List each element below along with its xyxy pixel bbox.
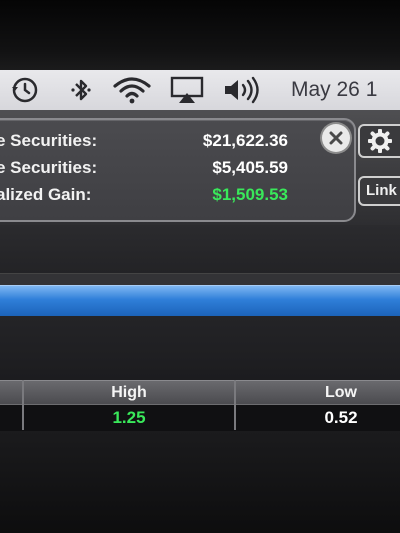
gain-value: $1,509.53 [212, 185, 288, 204]
column-divider [234, 380, 236, 430]
gear-icon [368, 129, 392, 153]
table-row[interactable]: 1.25 0.52 [0, 404, 400, 432]
bluetooth-icon[interactable] [68, 76, 94, 104]
summary-box: e Securities: $21,622.36 e Securities: $… [0, 118, 356, 222]
toolbar-strip [0, 225, 400, 273]
securities-value-2: $5,405.59 [212, 158, 288, 177]
selection-bar[interactable] [0, 285, 400, 317]
securities-label-1: e Securities: [0, 131, 98, 150]
menu-bar: May 26 1 [0, 70, 400, 111]
monitor-bezel [0, 0, 400, 70]
clock-icon[interactable] [8, 76, 40, 104]
close-icon [329, 131, 343, 145]
cell-low: 0.52 [324, 408, 358, 427]
securities-value-1: $21,622.36 [202, 131, 288, 150]
column-header-high[interactable]: High [24, 381, 234, 405]
volume-icon[interactable] [222, 76, 262, 104]
wifi-icon[interactable] [112, 76, 152, 104]
menubar-date[interactable]: May 26 1 [291, 76, 377, 104]
airplay-icon[interactable] [170, 76, 204, 104]
lower-area [0, 431, 400, 533]
link-button[interactable]: Link [358, 176, 400, 206]
table-header: High Low [0, 380, 400, 405]
cell-high: 1.25 [112, 408, 146, 427]
close-button[interactable] [322, 124, 350, 152]
securities-label-2: e Securities: [0, 158, 98, 177]
column-divider [22, 380, 24, 430]
content-area [0, 316, 400, 380]
gain-label: alized Gain: [0, 185, 92, 204]
settings-button[interactable] [358, 124, 400, 158]
column-header-low[interactable]: Low [236, 381, 400, 405]
